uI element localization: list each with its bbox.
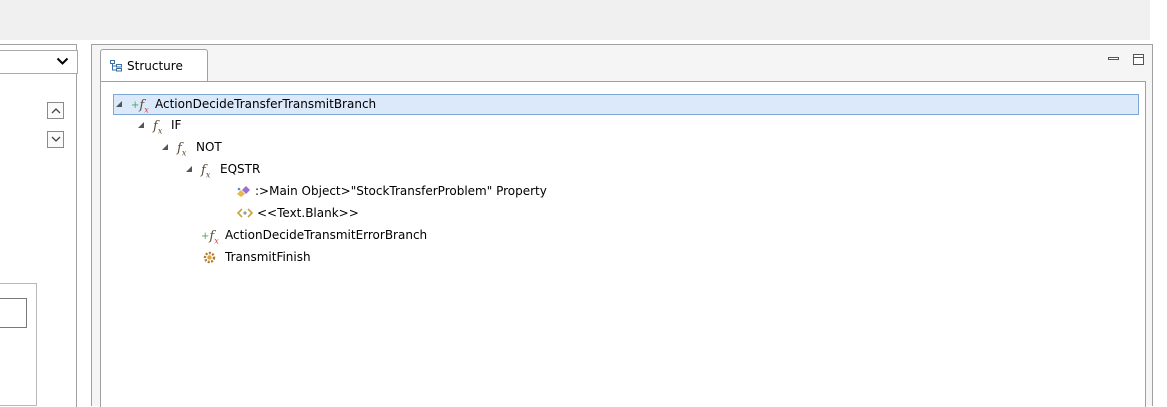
property-icon [237,186,250,197]
chevron-down-icon [51,136,61,142]
maximize-icon[interactable] [1133,54,1144,65]
function-icon: fx [177,141,187,158]
structure-tree[interactable]: +fx ActionDecideTransferTransmitBranch f… [100,81,1146,407]
tree-item-label: TransmitFinish [225,250,311,264]
view-controls [1098,54,1144,68]
tree-item-label: IF [171,118,182,132]
tree-item-label: ActionDecideTransferTransmitBranch [155,97,377,111]
top-toolbar-area [0,0,1150,40]
expanded-twistie-icon[interactable] [137,121,145,129]
tree-item-label: <<Text.Blank>> [257,206,359,220]
constant-icon [237,208,253,218]
tree-item-label: :>Main Object>"StockTransferProblem" Pro… [255,184,547,198]
tree-item-label: ActionDecideTransmitErrorBranch [225,228,428,242]
function-icon: fx [153,119,163,136]
tab-label: Structure [127,59,183,73]
chevron-up-icon [51,108,61,114]
structure-icon [110,60,122,72]
spin-up-button[interactable] [47,102,64,119]
gear-icon [203,251,216,264]
left-dropdown[interactable] [0,50,78,74]
expanded-twistie-icon[interactable] [115,100,123,108]
action-function-icon: +fx [201,229,219,246]
structure-view: Structure +fx ActionDecideTransferTransm… [91,44,1153,407]
chevron-down-icon [56,57,69,65]
tab-structure[interactable]: Structure [100,49,208,82]
tree-item-label: EQSTR [220,162,261,176]
action-function-icon: +fx [131,98,149,115]
expanded-twistie-icon[interactable] [185,165,193,173]
spin-down-button[interactable] [47,131,64,148]
function-icon: fx [201,163,211,180]
minimize-icon[interactable] [1108,55,1120,65]
tree-item-label: NOT [196,140,222,154]
right-edge-strip [1153,44,1167,406]
left-text-field[interactable] [0,298,27,328]
expanded-twistie-icon[interactable] [161,143,169,151]
